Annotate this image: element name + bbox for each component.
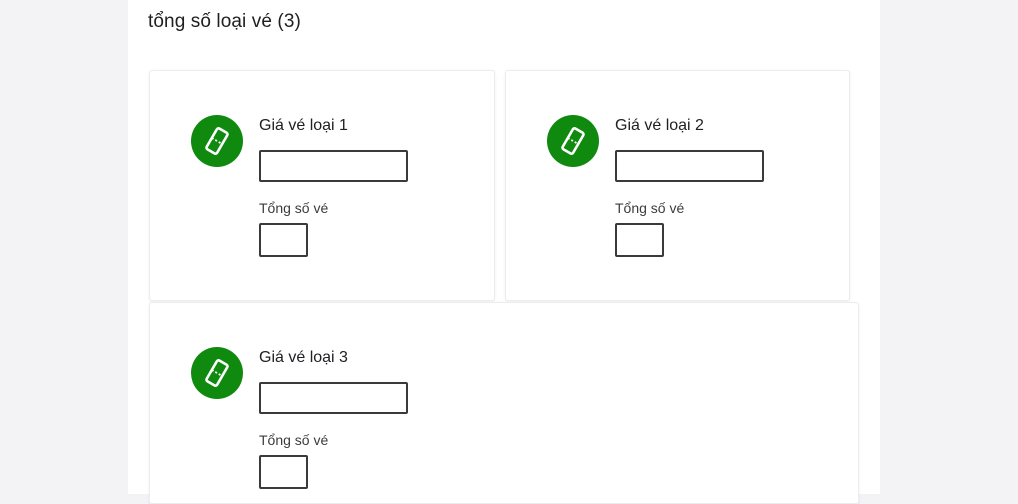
ticket-icon: [191, 347, 243, 399]
price-label: Giá vé loại 3: [259, 349, 348, 366]
price-input[interactable]: [259, 382, 408, 414]
ticket-count-label: Tổng số vé: [259, 200, 329, 216]
price-input[interactable]: [259, 150, 408, 182]
price-input[interactable]: [615, 150, 764, 182]
section-title: tổng số loại vé (3): [148, 11, 301, 32]
ticket-count-input[interactable]: [615, 223, 664, 257]
ticket-type-card-3: Giá vé loại 3 Tổng số vé: [149, 302, 859, 504]
ticket-count-label: Tổng số vé: [259, 432, 329, 448]
ticket-type-card-2: Giá vé loại 2 Tổng số vé: [505, 70, 850, 301]
ticket-count-label: Tổng số vé: [615, 200, 685, 216]
ticket-type-card-1: Giá vé loại 1 Tổng số vé: [149, 70, 495, 301]
ticket-count-input[interactable]: [259, 223, 308, 257]
ticket-count-input[interactable]: [259, 455, 308, 489]
price-label: Giá vé loại 2: [615, 117, 704, 134]
ticket-icon: [191, 115, 243, 167]
price-label: Giá vé loại 1: [259, 117, 348, 134]
ticket-icon: [547, 115, 599, 167]
